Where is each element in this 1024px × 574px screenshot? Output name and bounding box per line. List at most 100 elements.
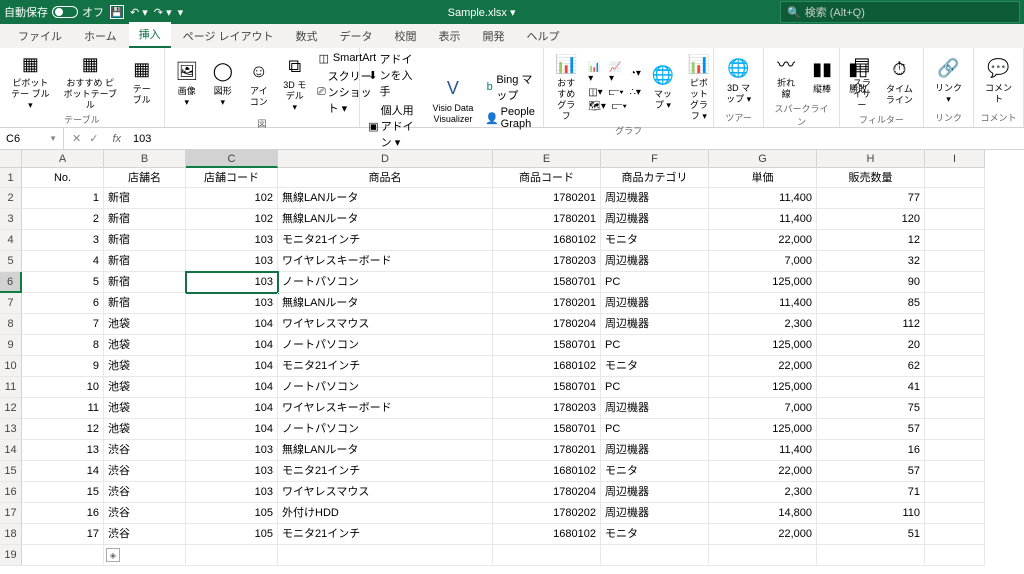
cell-I17[interactable]: [925, 503, 985, 524]
cell-C17[interactable]: 105: [186, 503, 278, 524]
name-box[interactable]: C6▼: [0, 128, 64, 149]
cell-I4[interactable]: [925, 230, 985, 251]
cell-I11[interactable]: [925, 377, 985, 398]
cell-C11[interactable]: 104: [186, 377, 278, 398]
cell-H12[interactable]: 75: [817, 398, 925, 419]
cell-H7[interactable]: 85: [817, 293, 925, 314]
bing-button[interactable]: bBing マップ: [483, 70, 537, 104]
cell-B3[interactable]: 新宿: [104, 209, 186, 230]
col-header-C[interactable]: C: [186, 150, 278, 168]
filename[interactable]: Sample.xlsx ▾: [183, 6, 780, 19]
cell-F14[interactable]: 周辺機器: [601, 440, 709, 461]
cell-F6[interactable]: PC: [601, 272, 709, 293]
cell-I5[interactable]: [925, 251, 985, 272]
cell-G7[interactable]: 11,400: [709, 293, 817, 314]
cell-A12[interactable]: 11: [22, 398, 104, 419]
cell-G15[interactable]: 22,000: [709, 461, 817, 482]
cell-B5[interactable]: 新宿: [104, 251, 186, 272]
cell-H16[interactable]: 71: [817, 482, 925, 503]
cell-D17[interactable]: 外付けHDD: [278, 503, 493, 524]
table-button[interactable]: ▦テーブル: [126, 56, 158, 108]
row-header-8[interactable]: 8: [0, 314, 22, 335]
row-header-2[interactable]: 2: [0, 188, 22, 209]
cell-C13[interactable]: 104: [186, 419, 278, 440]
cell-F16[interactable]: 周辺機器: [601, 482, 709, 503]
chart-pie-icon[interactable]: ◔▾: [628, 61, 643, 85]
cell-I19[interactable]: [925, 545, 985, 566]
map3d-button[interactable]: 🌐3D マップ ▾: [720, 55, 757, 107]
cell-H8[interactable]: 112: [817, 314, 925, 335]
cell-A19[interactable]: [22, 545, 104, 566]
tab-home[interactable]: ホーム: [74, 24, 127, 48]
cell-H13[interactable]: 57: [817, 419, 925, 440]
enter-icon[interactable]: ✓: [89, 132, 98, 145]
tab-file[interactable]: ファイル: [8, 24, 72, 48]
image-button[interactable]: 🖼画像 ▾: [171, 58, 203, 110]
people-button[interactable]: 👤People Graph: [483, 105, 537, 131]
cell-C18[interactable]: 105: [186, 524, 278, 545]
cell-B2[interactable]: 新宿: [104, 188, 186, 209]
cell-C9[interactable]: 104: [186, 335, 278, 356]
cell-A18[interactable]: 17: [22, 524, 104, 545]
cell-D8[interactable]: ワイヤレスマウス: [278, 314, 493, 335]
cell-G2[interactable]: 11,400: [709, 188, 817, 209]
comment-button[interactable]: 💬コメント: [980, 55, 1017, 107]
cell-G11[interactable]: 125,000: [709, 377, 817, 398]
cell-G13[interactable]: 125,000: [709, 419, 817, 440]
smart-tag-icon[interactable]: ◈: [106, 548, 120, 562]
chart-hier-icon[interactable]: ◫▾: [586, 86, 604, 99]
cell-G9[interactable]: 125,000: [709, 335, 817, 356]
addin-get-button[interactable]: ⬇アドインを入手: [366, 50, 423, 100]
cell-D19[interactable]: [278, 545, 493, 566]
cell-G12[interactable]: 7,000: [709, 398, 817, 419]
chart-combo-icon[interactable]: ⫍▾: [610, 100, 629, 113]
row-header-4[interactable]: 4: [0, 230, 22, 251]
cell-C15[interactable]: 103: [186, 461, 278, 482]
cell-E9[interactable]: 1580701: [493, 335, 601, 356]
cell-B15[interactable]: 渋谷: [104, 461, 186, 482]
cell-A14[interactable]: 13: [22, 440, 104, 461]
col-header-E[interactable]: E: [493, 150, 601, 168]
cell-D9[interactable]: ノートパソコン: [278, 335, 493, 356]
col-header-I[interactable]: I: [925, 150, 985, 168]
cell-I8[interactable]: [925, 314, 985, 335]
cancel-icon[interactable]: ✕: [72, 132, 81, 145]
cell-A4[interactable]: 3: [22, 230, 104, 251]
cell-H10[interactable]: 62: [817, 356, 925, 377]
cell-H5[interactable]: 32: [817, 251, 925, 272]
cell-H4[interactable]: 12: [817, 230, 925, 251]
cell-B16[interactable]: 渋谷: [104, 482, 186, 503]
row-header-18[interactable]: 18: [0, 524, 22, 545]
cell-H11[interactable]: 41: [817, 377, 925, 398]
col-header-G[interactable]: G: [709, 150, 817, 168]
cell-C16[interactable]: 103: [186, 482, 278, 503]
cell-B9[interactable]: 池袋: [104, 335, 186, 356]
tab-review[interactable]: 校閲: [385, 24, 427, 48]
cell-F3[interactable]: 周辺機器: [601, 209, 709, 230]
cell-F4[interactable]: モニタ: [601, 230, 709, 251]
cell-F1[interactable]: 商品カテゴリ: [601, 168, 709, 188]
cell-A7[interactable]: 6: [22, 293, 104, 314]
cell-F11[interactable]: PC: [601, 377, 709, 398]
timeline-button[interactable]: ⏱タイム ライン: [882, 56, 917, 108]
link-button[interactable]: 🔗リンク ▾: [930, 55, 967, 107]
shapes-button[interactable]: ◯図形 ▾: [207, 58, 239, 110]
cell-F9[interactable]: PC: [601, 335, 709, 356]
save-icon[interactable]: 💾: [110, 5, 124, 19]
cell-A17[interactable]: 16: [22, 503, 104, 524]
search-input[interactable]: 🔍 検索 (Alt+Q): [780, 1, 1020, 23]
cell-A1[interactable]: No.: [22, 168, 104, 188]
row-header-15[interactable]: 15: [0, 461, 22, 482]
cell-D18[interactable]: モニタ21インチ: [278, 524, 493, 545]
cell-G4[interactable]: 22,000: [709, 230, 817, 251]
row-header-9[interactable]: 9: [0, 335, 22, 356]
tab-help[interactable]: ヘルプ: [517, 24, 570, 48]
cell-D4[interactable]: モニタ21インチ: [278, 230, 493, 251]
cell-B7[interactable]: 新宿: [104, 293, 186, 314]
slicer-button[interactable]: ▤スライサー: [846, 50, 878, 113]
cell-H3[interactable]: 120: [817, 209, 925, 230]
col-header-B[interactable]: B: [104, 150, 186, 168]
row-header-1[interactable]: 1: [0, 168, 22, 188]
row-header-5[interactable]: 5: [0, 251, 22, 272]
cell-C14[interactable]: 103: [186, 440, 278, 461]
